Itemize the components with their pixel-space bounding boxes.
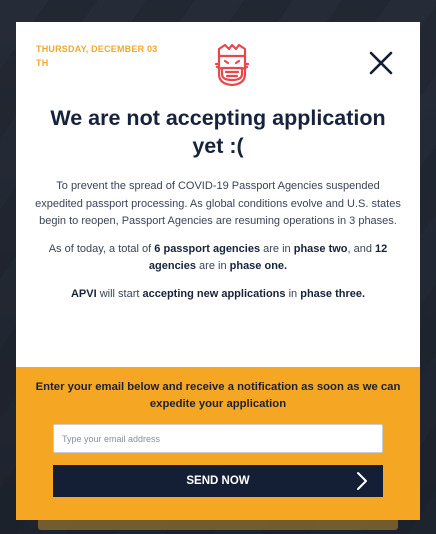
send-now-button[interactable]: SEND NOW <box>53 465 383 497</box>
modal-title: We are not accepting application yet :( <box>50 106 386 158</box>
signup-panel: Enter your email below and receive a not… <box>16 367 420 520</box>
intro-paragraph: To prevent the spread of COVID-19 Passpo… <box>35 180 401 227</box>
masked-face-icon <box>214 43 250 87</box>
date-line-1: THURSDAY, DECEMBER 03 <box>36 44 158 54</box>
signup-prompt: Enter your email below and receive a not… <box>35 381 401 410</box>
date-label: THURSDAY, DECEMBER 03 TH <box>36 42 176 70</box>
notification-modal: THURSDAY, DECEMBER 03 TH We are not acce… <box>16 22 420 520</box>
plan-text-2: in <box>285 287 301 300</box>
plan-paragraph: APVI will start accepting new applicatio… <box>32 286 404 304</box>
phase-two-count: 6 passport agencies <box>154 242 261 255</box>
org-name: APVI <box>70 287 97 300</box>
plan-action: accepting new applications <box>142 287 286 300</box>
plan-phase: phase three. <box>300 287 366 300</box>
date-line-2: TH <box>36 58 49 68</box>
status-paragraph: As of today, a total of 6 passport agenc… <box>32 241 404 276</box>
status-text-4: are in <box>195 260 230 272</box>
email-input[interactable] <box>53 424 383 453</box>
phase-two-label: phase two <box>293 242 348 255</box>
status-text-3: , and <box>347 242 376 255</box>
modal-body: To prevent the spread of COVID-19 Passpo… <box>32 178 404 313</box>
plan-text-1: will start <box>96 287 143 300</box>
chevron-right-icon <box>357 472 367 490</box>
close-icon[interactable] <box>366 48 396 78</box>
phase-one-label: phase one. <box>229 260 288 272</box>
status-text-2: are in <box>260 242 294 255</box>
send-now-label: SEND NOW <box>186 475 250 487</box>
status-text-1: As of today, a total of <box>48 242 155 255</box>
